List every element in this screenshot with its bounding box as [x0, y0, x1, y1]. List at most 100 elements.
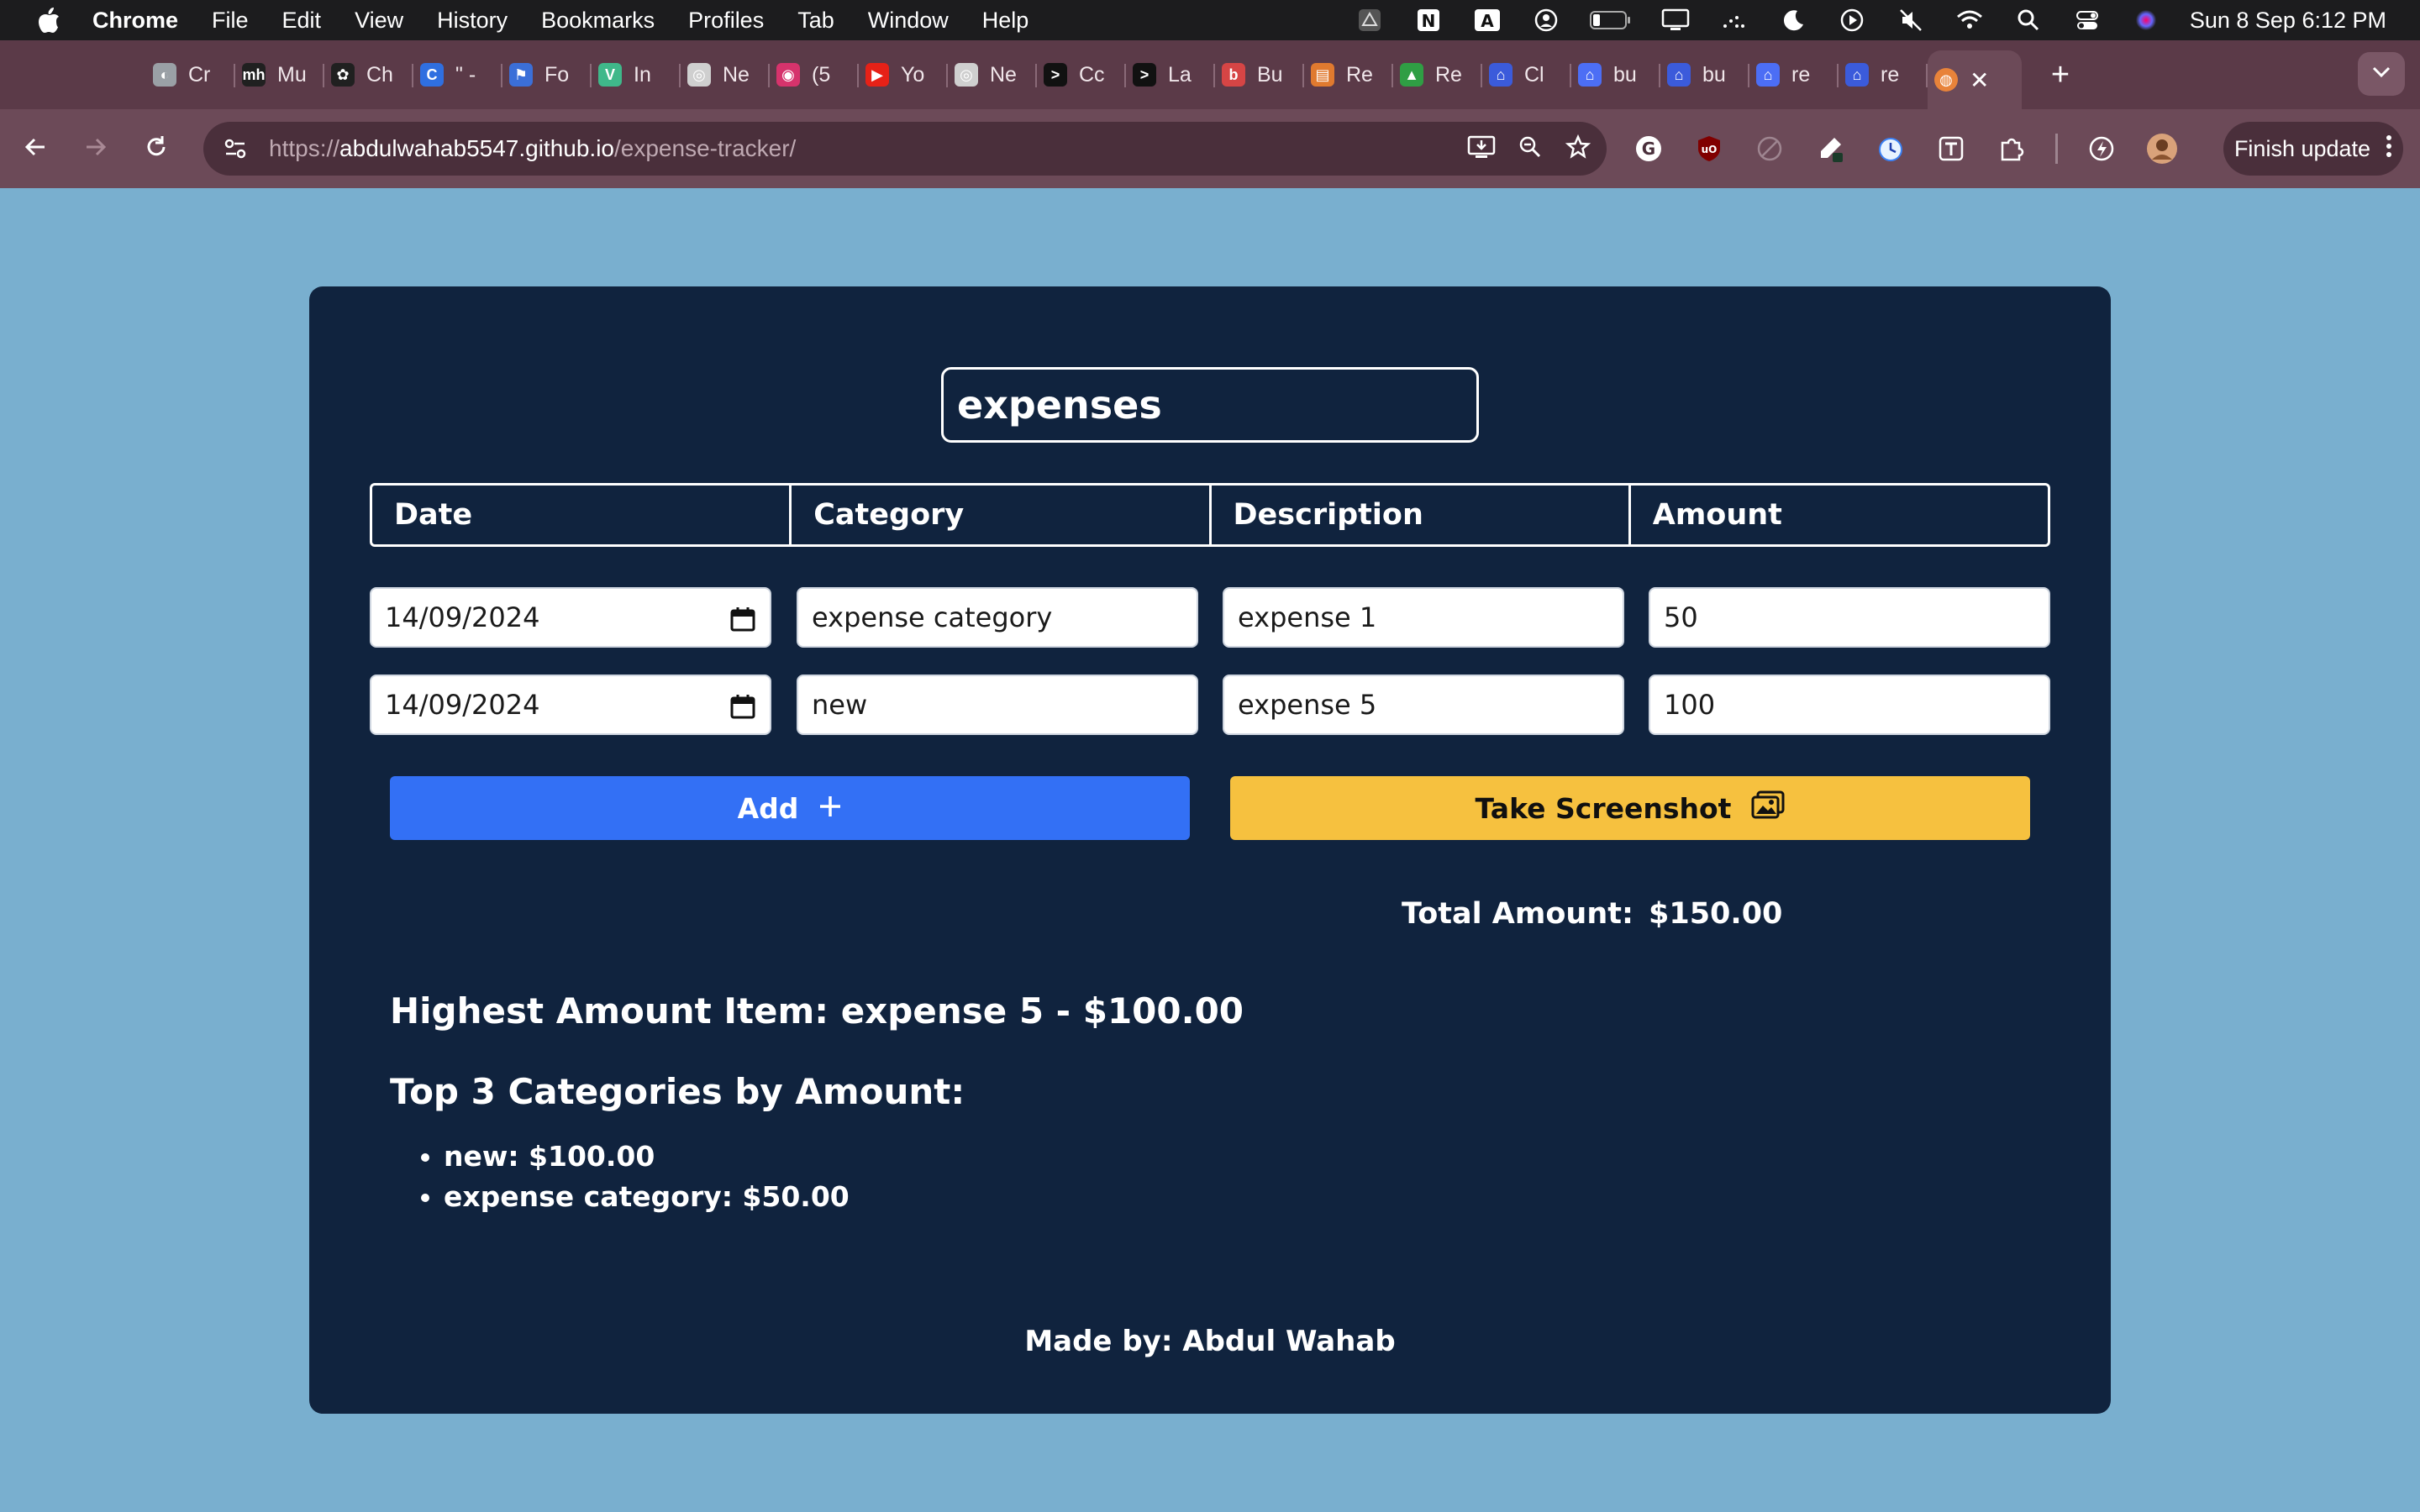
reload-button[interactable]: [133, 125, 180, 172]
spotlight-search-icon[interactable]: [2013, 5, 2044, 35]
browser-tab[interactable]: ⚑ Fo: [502, 49, 592, 101]
column-header-date: Date: [372, 486, 792, 544]
menu-app-name[interactable]: Chrome: [92, 8, 178, 34]
browser-tab[interactable]: > La: [1126, 49, 1215, 101]
siri-icon[interactable]: [2131, 5, 2161, 35]
browser-tab[interactable]: b Bu: [1215, 49, 1304, 101]
forward-button[interactable]: [72, 125, 119, 172]
disabled-extension-icon[interactable]: [1753, 132, 1786, 165]
back-button[interactable]: [12, 125, 59, 172]
menu-view[interactable]: View: [355, 8, 403, 34]
browser-tab[interactable]: ◎ Ne: [948, 49, 1037, 101]
browser-tab[interactable]: ⌂ bu: [1660, 49, 1749, 101]
menu-profiles[interactable]: Profiles: [688, 8, 764, 34]
notion-icon[interactable]: N: [1413, 5, 1444, 35]
calendar-icon[interactable]: [729, 606, 756, 633]
description-input[interactable]: expense 5: [1223, 675, 1624, 735]
svg-text:A: A: [1481, 11, 1494, 31]
amount-input[interactable]: 50: [1649, 587, 2050, 648]
browser-tab[interactable]: ⌂ re: [1749, 49, 1839, 101]
date-input[interactable]: 14/09/2024: [370, 675, 771, 735]
finish-update-button[interactable]: Finish update: [2223, 122, 2403, 176]
browser-tab[interactable]: V In: [592, 49, 681, 101]
category-input[interactable]: new: [797, 675, 1198, 735]
expense-row: 14/09/2024 new expense 5 100: [370, 675, 2050, 735]
browser-tab[interactable]: mh Mu: [235, 49, 324, 101]
active-browser-tab[interactable]: ◍ ✕: [1928, 50, 2022, 109]
date-input[interactable]: 14/09/2024: [370, 587, 771, 648]
tab-label: Bu: [1257, 62, 1283, 87]
menu-window[interactable]: Window: [868, 8, 949, 34]
column-header-category: Category: [792, 486, 1212, 544]
new-tab-button[interactable]: +: [2044, 57, 2077, 93]
menu-edit[interactable]: Edit: [282, 8, 322, 34]
highest-amount-item: Highest Amount Item: expense 5 - $100.00: [390, 990, 1244, 1032]
moon-icon[interactable]: [1778, 5, 1808, 35]
keyboard-input-icon[interactable]: A: [1472, 5, 1502, 35]
browser-tab[interactable]: C " -: [413, 49, 502, 101]
wifi-icon[interactable]: [1954, 5, 1985, 35]
display-icon[interactable]: [1660, 5, 1691, 35]
grammarly-extension-icon[interactable]: G: [1632, 132, 1665, 165]
browser-tab[interactable]: ⌂ Cl: [1482, 49, 1571, 101]
browser-tab[interactable]: ◎ Ne: [681, 49, 770, 101]
date-value: 14/09/2024: [385, 601, 540, 633]
menu-bookmarks[interactable]: Bookmarks: [541, 8, 655, 34]
eyedropper-extension-icon[interactable]: [1813, 132, 1847, 165]
zoom-icon[interactable]: [1518, 134, 1543, 164]
ublock-extension-icon[interactable]: uO: [1692, 132, 1726, 165]
url-text[interactable]: https://abdulwahab5547.github.io/expense…: [269, 135, 796, 162]
extensions-puzzle-icon[interactable]: [1995, 132, 2028, 165]
clock-extension-icon[interactable]: [1874, 132, 1907, 165]
browser-tab[interactable]: ✿ Ch: [324, 49, 413, 101]
control-center-icon[interactable]: [2072, 5, 2102, 35]
site-settings-icon[interactable]: [218, 132, 252, 165]
profile-avatar[interactable]: [2145, 132, 2179, 165]
menu-file[interactable]: File: [212, 8, 249, 34]
browser-tab[interactable]: ▲ Re: [1393, 49, 1482, 101]
text-extension-icon[interactable]: [1934, 132, 1968, 165]
performance-icon[interactable]: [2085, 132, 2118, 165]
tab-label: In: [634, 62, 651, 87]
screen-dots-icon[interactable]: [1719, 5, 1749, 35]
take-screenshot-button[interactable]: Take Screenshot: [1230, 776, 2030, 840]
mute-icon[interactable]: [1896, 5, 1926, 35]
reload-icon: [144, 134, 169, 164]
description-input[interactable]: expense 1: [1223, 587, 1624, 648]
menubar-clock[interactable]: Sun 8 Sep 6:12 PM: [2190, 8, 2386, 34]
browser-tab[interactable]: ◐ Cr: [146, 49, 235, 101]
browser-tab[interactable]: ▤ Re: [1304, 49, 1393, 101]
tab-search-button[interactable]: [2358, 52, 2405, 96]
table-header: Date Category Description Amount: [370, 483, 2050, 547]
category-input[interactable]: expense category: [797, 587, 1198, 648]
photos-icon: [1751, 790, 1785, 826]
browser-tab-strip: ◐ Cr mh Mu ✿ Ch C " - ⚑ Fo V In ◎ Ne ◉ (5 ▶ Yo ◎ Ne > Cc > La b B…: [0, 40, 2420, 109]
calendar-icon[interactable]: [729, 693, 756, 720]
apple-logo-icon[interactable]: [34, 5, 64, 35]
browser-tab[interactable]: ⌂ re: [1839, 49, 1928, 101]
browser-tab[interactable]: ⌂ bu: [1571, 49, 1660, 101]
expense-row: 14/09/2024 expense category expense 1 50: [370, 587, 2050, 648]
close-tab-icon[interactable]: ✕: [1970, 66, 1989, 94]
menu-help[interactable]: Help: [982, 8, 1029, 34]
address-bar[interactable]: https://abdulwahab5547.github.io/expense…: [203, 122, 1607, 176]
arrow-right-icon: [83, 134, 108, 164]
menu-tab[interactable]: Tab: [797, 8, 834, 34]
tab-favicon-icon: ▶: [865, 63, 889, 87]
tab-favicon-icon: ▤: [1311, 63, 1334, 87]
browser-tab[interactable]: ◉ (5: [770, 49, 859, 101]
install-app-icon[interactable]: [1467, 134, 1496, 164]
battery-icon[interactable]: [1589, 5, 1632, 35]
browser-tab[interactable]: > Cc: [1037, 49, 1126, 101]
play-circle-icon[interactable]: [1837, 5, 1867, 35]
add-row-button[interactable]: Add: [390, 776, 1190, 840]
tab-favicon-icon: ◎: [955, 63, 978, 87]
expense-tracker-card: expenses Date Category Description Amoun…: [309, 286, 2111, 1414]
browser-tab[interactable]: ▶ Yo: [859, 49, 948, 101]
bookmark-star-icon[interactable]: [1565, 134, 1591, 164]
menu-history[interactable]: History: [437, 8, 508, 34]
amount-input[interactable]: 100: [1649, 675, 2050, 735]
user-account-icon[interactable]: [1531, 5, 1561, 35]
sheet-title-input[interactable]: expenses: [941, 367, 1479, 443]
drive-status-icon[interactable]: [1355, 5, 1385, 35]
